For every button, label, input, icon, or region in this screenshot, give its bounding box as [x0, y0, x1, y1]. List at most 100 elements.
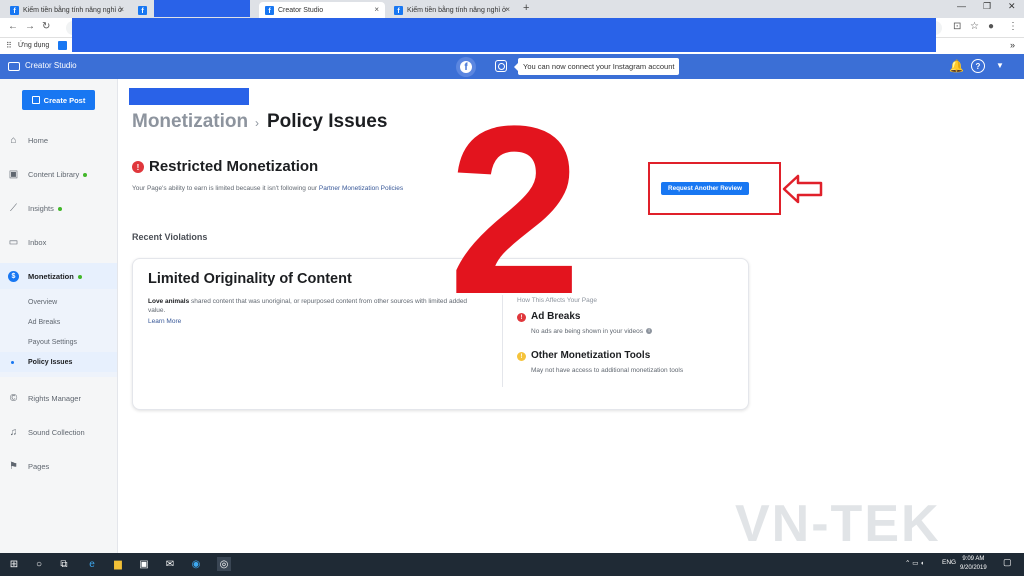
sidebar-item-insights[interactable]: ⟋ Insights [0, 196, 117, 220]
restricted-title: Restricted Monetization [149, 158, 319, 175]
clock[interactable]: 9:09 AM 9/20/2019 [960, 555, 987, 573]
browser-menu-icon[interactable]: ⋮ [1008, 21, 1018, 32]
violation-description: Love animals shared content that was uno… [148, 297, 478, 315]
breadcrumb-monetization[interactable]: Monetization [132, 111, 248, 133]
sound-icon: ♫ [9, 426, 18, 438]
info-icon[interactable]: i [646, 328, 653, 335]
learn-more-link[interactable]: Learn More [148, 318, 181, 325]
sidebar-item-label: Content Library [28, 169, 80, 179]
search-icon[interactable]: ○ [33, 558, 45, 570]
sidebar-item-label-wrap: Pages [28, 462, 49, 471]
subnav-ad-breaks[interactable]: Ad Breaks [0, 312, 117, 332]
restore-icon[interactable]: ❐ [983, 1, 991, 12]
bookmark-star-icon[interactable]: ☆ [970, 21, 979, 32]
file-explorer-icon[interactable]: ▆ [112, 558, 124, 570]
tab-label: Creator Studio [278, 6, 324, 14]
subnav-overview[interactable]: Overview [0, 292, 117, 312]
sidebar-item-label: Pages [28, 461, 50, 471]
status-dot [77, 274, 82, 279]
tab-label: Kiếm tiền bằng tính năng nghỉ ở [23, 6, 123, 14]
language-indicator[interactable]: ENG [942, 559, 956, 566]
tab-close-icon[interactable]: × [374, 5, 379, 14]
sidebar-item-content-library[interactable]: ▣ Content Library [0, 162, 117, 186]
facebook-icon: f [460, 61, 472, 73]
app-icon[interactable]: ◉ [190, 558, 202, 570]
sidebar-item-pages[interactable]: ⚑ Pages [0, 454, 117, 478]
alert-icon: ! [132, 161, 144, 173]
clock-date: 9/20/2019 [960, 565, 987, 571]
bookmarks-overflow-icon[interactable]: » [1010, 40, 1015, 50]
page-title: Policy Issues [267, 111, 388, 132]
sidebar-item-label: Monetization [28, 271, 74, 281]
translate-icon[interactable]: ⊡ [953, 21, 961, 32]
sidebar-item-label-wrap: Content Library [28, 169, 88, 179]
subnav-label: Ad Breaks [28, 318, 61, 326]
active-indicator-icon [11, 360, 14, 364]
redaction-block [154, 0, 250, 17]
sidebar-item-label: Rights Manager [28, 393, 81, 403]
apps-grid-icon[interactable]: ⠿ [6, 41, 12, 50]
browser-tab-active[interactable]: f Creator Studio × [259, 2, 385, 18]
sidebar-item-label-wrap: Monetization [28, 272, 82, 281]
notifications-bell-icon[interactable]: 🔔 [949, 59, 964, 73]
task-view-icon[interactable]: ⧉ [58, 558, 70, 570]
sidebar-item-label: Sound Collection [28, 427, 85, 437]
forward-icon[interactable]: → [25, 21, 35, 32]
facebook-bookmark-icon[interactable] [58, 41, 67, 50]
chrome-icon[interactable]: ◎ [217, 557, 231, 571]
sidebar-item-label: Insights [28, 203, 54, 213]
sidebar-item-home[interactable]: ⌂ Home [0, 128, 117, 152]
edge-icon[interactable]: e [86, 558, 98, 570]
facebook-favicon-icon: f [138, 5, 147, 15]
minimize-icon[interactable]: — [957, 1, 966, 11]
redaction-block [72, 18, 936, 52]
sidebar-item-label: Inbox [28, 237, 47, 247]
help-icon[interactable]: ? [971, 59, 985, 73]
window-close-icon[interactable]: ✕ [1008, 1, 1016, 12]
violation-title: Limited Originality of Content [148, 271, 352, 287]
facebook-tab-button[interactable]: f [456, 57, 476, 77]
sidebar-item-inbox[interactable]: ▭ Inbox [0, 230, 117, 254]
tray-icons[interactable]: ⌃ ▭ ◖ [905, 559, 924, 567]
inbox-icon: ▭ [8, 236, 19, 248]
create-post-button[interactable]: Create Post [22, 90, 95, 110]
sidebar-item-rights-manager[interactable]: © Rights Manager [0, 386, 117, 410]
status-dot [83, 172, 88, 177]
annotation-highlight-box [648, 162, 781, 215]
back-icon[interactable]: ← [8, 21, 18, 32]
tab-close-icon[interactable]: × [119, 5, 124, 14]
extension-icon[interactable]: ● [988, 21, 994, 32]
bookmark-apps[interactable]: Ứng dụng [18, 42, 49, 49]
breadcrumb-separator-icon: › [255, 116, 259, 130]
facebook-favicon-icon: f [265, 5, 274, 15]
clock-time: 9:09 AM [962, 556, 985, 562]
instagram-icon[interactable] [495, 60, 507, 72]
partner-policies-link[interactable]: Partner Monetization Policies [319, 185, 403, 192]
other-tools-warning-icon: ! [517, 352, 526, 361]
create-post-label: Create Post [43, 95, 86, 105]
annotation-arrow-icon [782, 174, 823, 204]
sidebar-item-sound-collection[interactable]: ♫ Sound Collection [0, 420, 117, 444]
create-post-icon [31, 96, 40, 104]
browser-tab[interactable]: f Kiếm tiền bằng tính năng nghỉ ở × [388, 2, 516, 18]
recent-violations-heading: Recent Violations [132, 232, 208, 242]
browser-tab[interactable]: f Kiếm tiền bằng tính năng nghỉ ở × [4, 2, 130, 18]
instagram-tooltip: You can now connect your Instagram accou… [513, 58, 680, 75]
pages-icon: ⚑ [9, 460, 18, 472]
sidebar-item-monetization[interactable]: $ Monetization [0, 263, 117, 289]
notification-center-icon[interactable]: ▢ [1003, 557, 1012, 568]
mail-icon[interactable]: ✉ [164, 558, 176, 570]
reload-icon[interactable]: ↻ [42, 21, 50, 32]
subnav-payout-settings[interactable]: Payout Settings [0, 332, 117, 352]
subnav-policy-issues[interactable]: Policy Issues [0, 352, 117, 372]
sidebar-item-label-wrap: Rights Manager [28, 394, 81, 403]
facebook-favicon-icon: f [10, 5, 19, 15]
store-icon[interactable]: ▣ [138, 558, 150, 570]
sidebar-item-label-wrap: Insights [28, 204, 62, 213]
tab-close-icon[interactable]: × [505, 5, 510, 14]
new-tab-button[interactable]: + [523, 2, 529, 14]
home-icon: ⌂ [10, 134, 17, 146]
windows-start-icon[interactable]: ⊞ [8, 558, 20, 570]
sidebar-item-label-wrap: Sound Collection [28, 428, 85, 437]
account-menu-caret-icon[interactable]: ▼ [996, 61, 1004, 70]
